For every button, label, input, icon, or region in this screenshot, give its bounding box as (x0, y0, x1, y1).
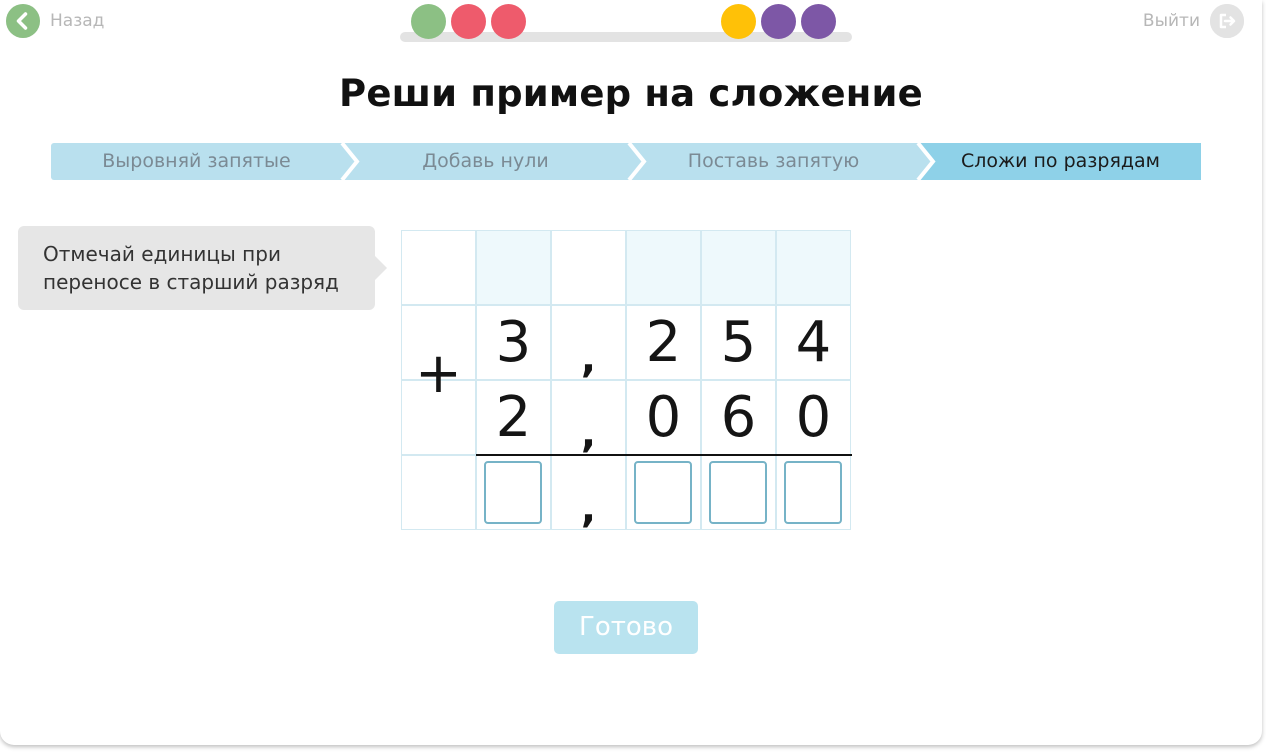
addend2-tenths: 0 (645, 385, 682, 450)
addend2-thousandths: 0 (795, 385, 832, 450)
step-add-by-digits: Сложи по разрядам (960, 150, 1161, 172)
progress-dot (721, 4, 756, 39)
addend1-tenths: 2 (645, 310, 682, 375)
done-button[interactable]: Готово (554, 601, 698, 654)
back-button[interactable]: Назад (6, 4, 104, 38)
addend2-units: 2 (495, 385, 532, 450)
step-indicator: Выровняй запятые Добавь нули Поставь зап… (51, 143, 1201, 180)
carry-cell[interactable] (701, 230, 776, 305)
addend1-comma: , (580, 336, 597, 382)
hint-bubble: Отмечай единицы при переносе в старший р… (18, 226, 387, 310)
progress-dot (411, 4, 446, 39)
answer-units-input[interactable] (484, 461, 542, 524)
plus-sign: + (415, 341, 462, 406)
grid-cell (401, 455, 476, 530)
back-label: Назад (50, 11, 105, 31)
grid-cell (551, 230, 626, 305)
answer-tenths-input[interactable] (634, 461, 692, 524)
addend1-thousandths: 4 (795, 310, 832, 375)
addend1-units: 3 (495, 310, 532, 375)
carry-cell[interactable] (476, 230, 551, 305)
sum-line (476, 454, 852, 456)
progress-dot (761, 4, 796, 39)
step-add-zeros: Добавь нули (422, 150, 549, 172)
progress-dot (801, 4, 836, 39)
addend2-comma: , (580, 411, 597, 457)
addend2-hundredths: 6 (720, 385, 757, 450)
carry-cell[interactable] (776, 230, 851, 305)
page-title: Реши пример на сложение (339, 72, 923, 115)
hint-text: Отмечай единицы при переносе в старший р… (43, 242, 339, 294)
step-place-comma: Поставь запятую (687, 150, 860, 172)
addition-grid: + 3 , 2 5 4 2 , 0 6 0 , (401, 230, 852, 532)
progress-dot (491, 4, 526, 39)
addend1-hundredths: 5 (720, 310, 757, 375)
step-align-commas: Выровняй запятые (102, 150, 291, 172)
answer-comma: , (580, 486, 597, 532)
lesson-window: Назад Выйти Реши пример на сложение Выро… (0, 0, 1262, 745)
exit-label: Выйти (1142, 11, 1200, 31)
back-arrow-icon (6, 4, 40, 38)
grid-cell (401, 230, 476, 305)
carry-cell[interactable] (626, 230, 701, 305)
exit-button[interactable]: Выйти (1143, 4, 1244, 38)
answer-thousandths-input[interactable] (784, 461, 842, 524)
progress-dot (451, 4, 486, 39)
exit-icon (1210, 4, 1244, 38)
answer-hundredths-input[interactable] (709, 461, 767, 524)
